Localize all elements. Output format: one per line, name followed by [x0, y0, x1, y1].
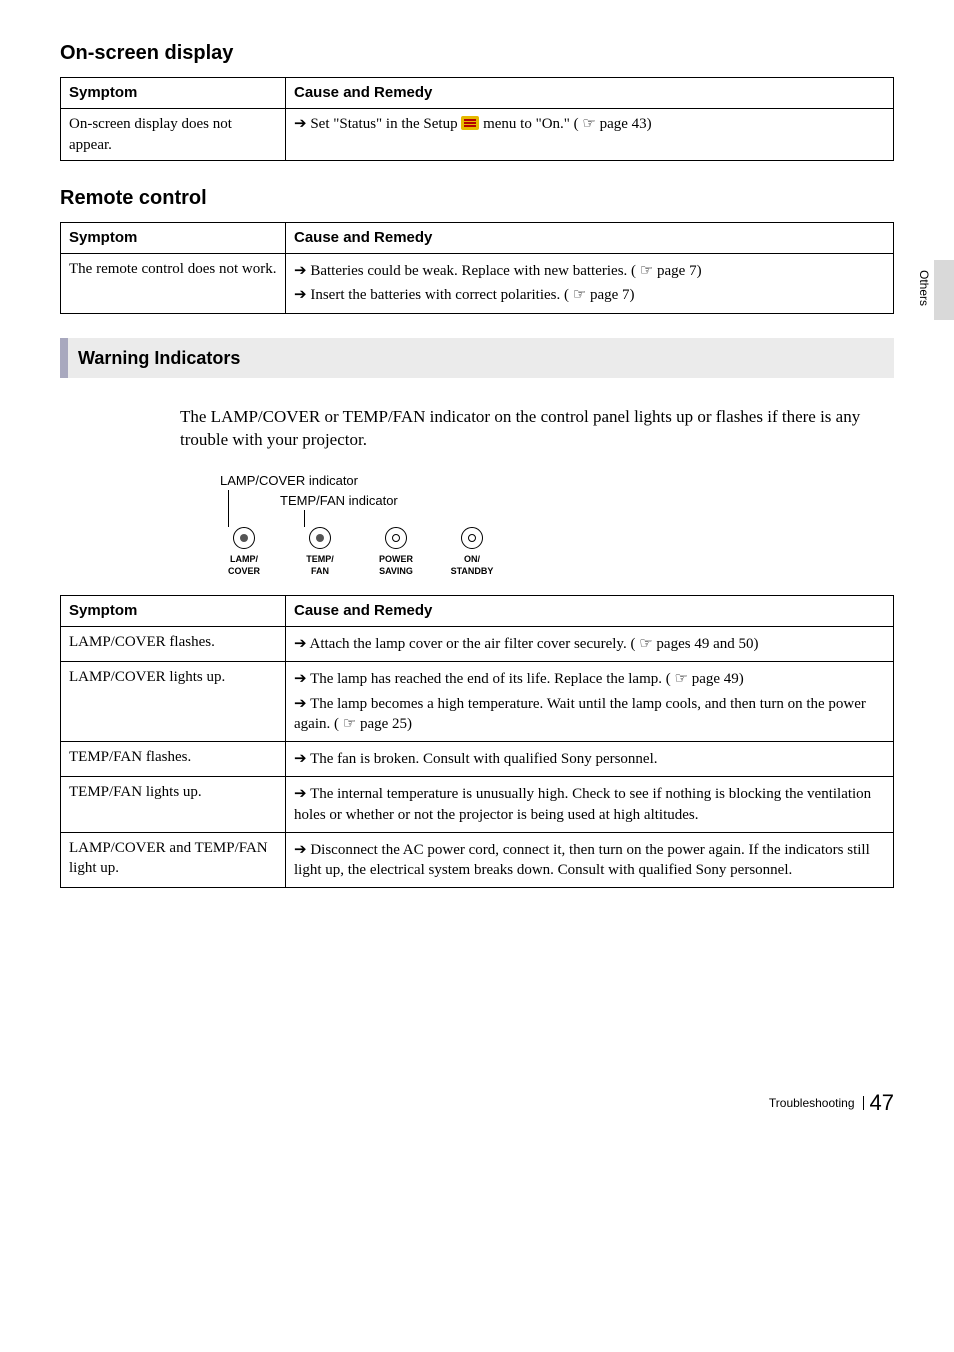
side-tab [934, 260, 954, 320]
osd-heading: On-screen display [60, 40, 894, 67]
symptom-cell: On-screen display does not appear. [61, 109, 286, 161]
footer-title: Troubleshooting [769, 1096, 864, 1110]
table-header: Cause and Remedy [286, 595, 894, 626]
hand-icon [636, 263, 653, 279]
remedy-cell: Attach the lamp cover or the air filter … [286, 627, 894, 662]
table-row: The remote control does not work. Batter… [61, 254, 894, 314]
remedy-cell: The fan is broken. Consult with qualifie… [286, 742, 894, 777]
remote-heading: Remote control [60, 185, 894, 212]
table-row: LAMP/COVER flashes. Attach the lamp cover… [61, 627, 894, 662]
led-lamp-cover: LAMP/ COVER [220, 527, 268, 577]
remedy-text: The lamp has reached the end of its life… [310, 671, 671, 687]
symptom-cell: LAMP/COVER lights up. [61, 662, 286, 742]
remedy-text: Disconnect the AC power cord, connect it… [294, 842, 870, 878]
led-temp-fan: TEMP/ FAN [296, 527, 344, 577]
page-number: 47 [870, 1090, 894, 1115]
symptom-cell: LAMP/COVER and TEMP/FAN light up. [61, 832, 286, 888]
symptom-cell: TEMP/FAN flashes. [61, 742, 286, 777]
remedy-text: Attach the lamp cover or the air filter … [310, 636, 636, 652]
table-header: Cause and Remedy [286, 222, 894, 253]
warning-intro: The LAMP/COVER or TEMP/FAN indicator on … [180, 406, 894, 452]
lampcover-label: LAMP/COVER indicator [220, 472, 358, 490]
led-caption: POWER SAVING [372, 553, 420, 577]
hand-icon [579, 116, 596, 132]
table-row: LAMP/COVER and TEMP/FAN light up.Disconn… [61, 832, 894, 888]
table-row: TEMP/FAN flashes. The fan is broken. Cons… [61, 742, 894, 777]
side-tab-label: Others [916, 270, 932, 306]
tempfan-label: TEMP/FAN indicator [280, 492, 398, 510]
page-ref: page 7) [653, 263, 701, 279]
led-caption: LAMP/ COVER [220, 553, 268, 577]
arrow-icon [294, 842, 310, 858]
hand-icon [671, 671, 688, 687]
page-footer: Troubleshooting 47 [60, 1088, 894, 1118]
hand-icon [339, 716, 356, 732]
menu-icon [461, 116, 479, 130]
remedy-cell: Batteries could be weak. Replace with ne… [286, 254, 894, 314]
arrow-icon [294, 636, 310, 652]
page-ref: pages 49 and 50) [653, 636, 759, 652]
remedy-text: Batteries could be weak. Replace with ne… [310, 263, 636, 279]
table-header: Symptom [61, 222, 286, 253]
arrow-icon [294, 786, 310, 802]
remedy-cell: Set "Status" in the Setup menu to "On." … [286, 109, 894, 161]
page-ref: page 43) [596, 116, 652, 132]
remedy-text: menu to "On." ( [479, 116, 578, 132]
arrow-icon [294, 751, 310, 767]
indicator-diagram: LAMP/COVER indicator TEMP/FAN indicator … [220, 472, 894, 577]
table-header: Symptom [61, 595, 286, 626]
led-caption: TEMP/ FAN [296, 553, 344, 577]
warning-table: Symptom Cause and Remedy LAMP/COVER flas… [60, 595, 894, 889]
symptom-cell: LAMP/COVER flashes. [61, 627, 286, 662]
table-header: Symptom [61, 78, 286, 109]
table-row: On-screen display does not appear. Set "… [61, 109, 894, 161]
led-caption: ON/ STANDBY [448, 553, 496, 577]
arrow-icon [294, 696, 310, 712]
remedy-cell: The internal temperature is unusually hi… [286, 777, 894, 833]
page-ref: page 49) [688, 671, 744, 687]
page-ref: page 7) [586, 287, 634, 303]
osd-table: Symptom Cause and Remedy On-screen displ… [60, 77, 894, 161]
remedy-text: The fan is broken. Consult with qualifie… [310, 751, 657, 767]
table-row: LAMP/COVER lights up. The lamp has reache… [61, 662, 894, 742]
hand-icon [635, 636, 652, 652]
remedy-text: Set "Status" in the Setup [310, 116, 461, 132]
arrow-icon [294, 263, 310, 279]
remedy-cell: Disconnect the AC power cord, connect it… [286, 832, 894, 888]
arrow-icon [294, 287, 310, 303]
remote-table: Symptom Cause and Remedy The remote cont… [60, 222, 894, 314]
table-header: Cause and Remedy [286, 78, 894, 109]
remedy-text: The internal temperature is unusually hi… [294, 786, 871, 822]
led-power-saving: POWER SAVING [372, 527, 420, 577]
symptom-cell: TEMP/FAN lights up. [61, 777, 286, 833]
remedy-cell: The lamp has reached the end of its life… [286, 662, 894, 742]
arrow-icon [294, 116, 310, 132]
hand-icon [569, 287, 586, 303]
symptom-cell: The remote control does not work. [61, 254, 286, 314]
remedy-text: Insert the batteries with correct polari… [310, 287, 569, 303]
arrow-icon [294, 671, 310, 687]
warning-heading: Warning Indicators [60, 338, 894, 378]
led-on-standby: ON/ STANDBY [448, 527, 496, 577]
table-row: TEMP/FAN lights up.The internal temperat… [61, 777, 894, 833]
page-ref: page 25) [356, 716, 412, 732]
